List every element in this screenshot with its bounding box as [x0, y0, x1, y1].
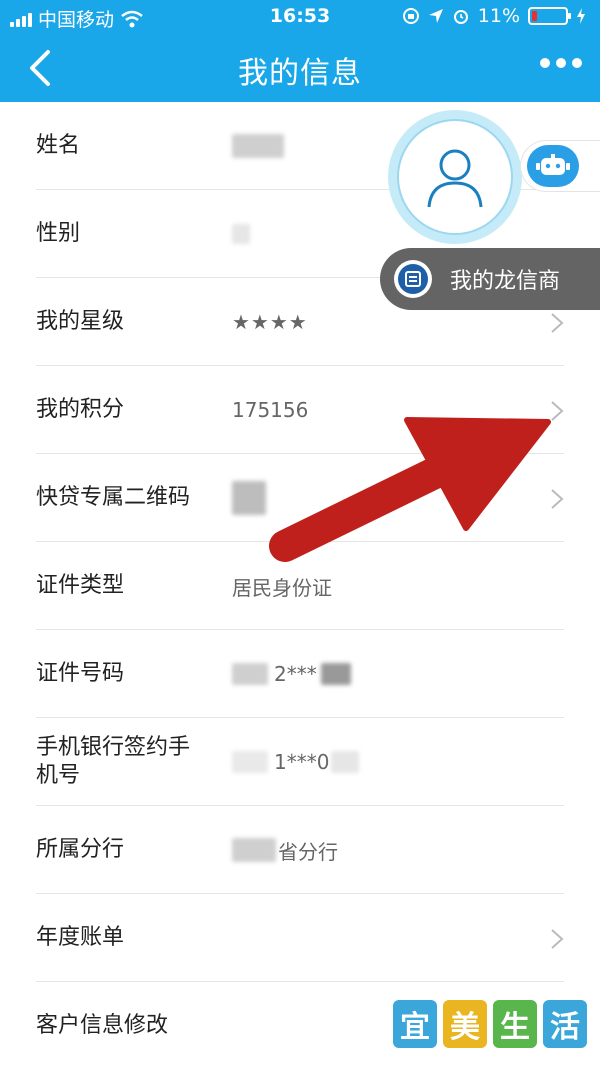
charging-icon	[577, 8, 585, 24]
watermark-logo: 宜 美 生 活	[393, 1000, 587, 1048]
status-right: 11%	[402, 5, 586, 27]
row-label: 证件类型	[36, 573, 125, 598]
row-label: 手机银行签约手机号	[36, 735, 191, 788]
long-xin-logo-icon	[394, 260, 432, 298]
phone-masked: 1***0	[274, 750, 330, 774]
robot-icon[interactable]	[527, 145, 579, 187]
user-icon	[427, 149, 483, 208]
row-id-number: 证件号码 2***	[36, 630, 564, 718]
watermark-char: 活	[543, 1000, 587, 1048]
lock-rotation-icon	[402, 8, 419, 24]
watermark-char: 宜	[393, 1000, 437, 1048]
row-branch: 所属分行 省分行	[36, 806, 564, 894]
row-label: 性别	[36, 221, 81, 246]
row-label: 快贷专属二维码	[36, 485, 191, 510]
chevron-right-icon	[551, 401, 564, 421]
long-xin-shang-button[interactable]: 我的龙信商	[380, 248, 600, 310]
row-value-redacted	[232, 102, 284, 190]
branch-value: 省分行	[232, 806, 338, 894]
row-label: 客户信息修改	[36, 1013, 169, 1038]
row-points[interactable]: 我的积分 175156	[36, 366, 564, 454]
info-list: 姓名 性别 我的星级 ★★★★ 我的积分 175156 快贷专属二维码 证件类型…	[0, 102, 600, 1067]
chevron-right-icon	[551, 313, 564, 333]
branch-text: 省分行	[278, 839, 338, 864]
row-label: 我的积分	[36, 397, 125, 422]
row-label: 所属分行	[36, 837, 125, 862]
row-label: 姓名	[36, 133, 81, 158]
row-id-type: 证件类型 居民身份证	[36, 542, 564, 630]
row-label: 我的星级	[36, 309, 125, 334]
location-icon	[428, 9, 443, 23]
nav-bar: 我的信息	[0, 34, 600, 102]
alarm-icon	[453, 10, 468, 24]
watermark-char: 美	[443, 1000, 487, 1048]
chevron-right-icon	[551, 929, 564, 949]
battery-percent: 11%	[477, 5, 520, 27]
chevron-right-icon	[551, 489, 564, 509]
watermark-char: 生	[493, 1000, 537, 1048]
id-number-value: 2***	[232, 630, 351, 718]
row-signed-phone: 手机银行签约手机号 1***0	[36, 718, 564, 806]
pill-label: 我的龙信商	[450, 269, 561, 294]
qr-code-icon	[232, 454, 266, 542]
row-annual-bill[interactable]: 年度账单	[36, 894, 564, 982]
status-bar: 中国移动 16:53 11%	[0, 0, 600, 34]
row-value-redacted	[232, 190, 250, 278]
page-title: 我的信息	[238, 56, 362, 91]
more-dots-icon[interactable]	[540, 58, 582, 68]
row-label: 证件号码	[36, 661, 125, 686]
row-qr-code[interactable]: 快贷专属二维码	[36, 454, 564, 542]
row-label: 年度账单	[36, 925, 125, 950]
points-value: 175156	[232, 398, 309, 422]
star-rating: ★★★★	[232, 310, 308, 334]
id-type-value: 居民身份证	[232, 575, 332, 600]
battery-icon	[528, 7, 571, 25]
phone-value: 1***0	[232, 718, 360, 806]
id-number-masked: 2***	[274, 662, 317, 686]
avatar[interactable]	[388, 110, 522, 244]
